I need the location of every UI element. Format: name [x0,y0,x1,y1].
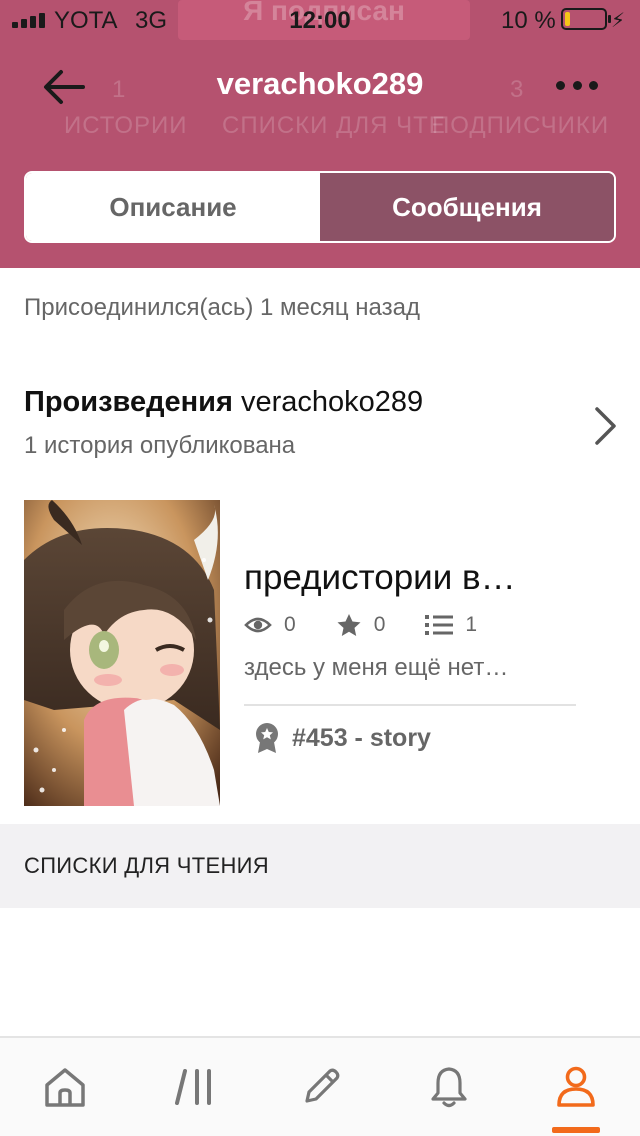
tab-browse[interactable] [170,1062,220,1112]
works-heading-prefix: Произведения [24,386,233,418]
bell-icon [431,1067,467,1108]
reading-lists-heading[interactable]: СПИСКИ ДЛЯ ЧТЕНИЯ [24,853,269,879]
story-divider [244,704,576,706]
profile-header: Я подписан 1 ИСТОРИИ СПИСКИ ДЛЯ ЧТЕ 3 ПО… [0,0,640,268]
charging-bolt-icon: ⚡ [610,10,625,32]
active-tab-indicator [552,1127,600,1133]
followers-label-ghost: ПОДПИСЧИКИ [432,112,610,139]
star-icon [337,614,361,636]
chevron-right-icon[interactable] [590,404,620,448]
tab-home[interactable] [40,1062,90,1112]
parts-count: 1 [465,613,478,636]
battery-icon: ⚡ [561,8,625,32]
write-icon [305,1068,340,1103]
votes-count: 0 [373,613,386,636]
votes-stat: 0 [336,613,386,637]
works-count: 1 история опубликована [24,432,296,459]
reads-count: 0 [284,613,296,636]
page-title: verachoko289 [216,66,424,101]
stories-label-ghost: ИСТОРИИ [64,112,188,139]
story-stats: 0 0 1 [244,610,517,640]
battery-percent: 10 % [501,7,556,34]
battery-level-fill [565,12,570,26]
tab-write[interactable] [296,1062,346,1112]
more-dot-icon [572,80,582,90]
tab-messages[interactable]: Сообщения [320,173,614,241]
home-icon [45,1068,85,1107]
story-title[interactable]: предистории в… [244,558,516,598]
profile-icon [557,1066,595,1107]
story-cover-image[interactable] [24,500,220,806]
bottom-tab-bar [0,1036,640,1136]
story-description: здесь у меня ещё нет… [244,654,509,681]
tab-description[interactable]: Описание [26,173,320,241]
story-cover-illustration [24,500,220,806]
profile-tabs: Описание Сообщения [24,171,616,243]
more-dot-icon [589,80,598,90]
story-rank-tag[interactable]: #453 - story [254,722,431,754]
browse-icon [175,1069,211,1105]
works-heading[interactable]: Произведения verachoko289 [24,386,423,419]
status-bar: YOTA 3G 12:00 10 % ⚡ [0,0,640,40]
more-dot-icon [556,80,565,90]
parts-stat: 1 [425,613,477,637]
list-icon [425,615,454,635]
award-ribbon-icon [256,723,278,753]
story-rank-label: #453 - story [292,723,431,752]
more-options-button[interactable] [552,70,602,100]
eye-icon [244,617,272,633]
tab-notifications[interactable] [424,1062,474,1112]
reading-lists-label-ghost: СПИСКИ ДЛЯ ЧТЕ [222,112,446,139]
works-heading-username: verachoko289 [240,386,424,418]
joined-date: Присоединился(ась) 1 месяц назад [24,294,420,321]
tab-profile[interactable] [551,1062,601,1112]
reads-stat: 0 [244,613,296,637]
